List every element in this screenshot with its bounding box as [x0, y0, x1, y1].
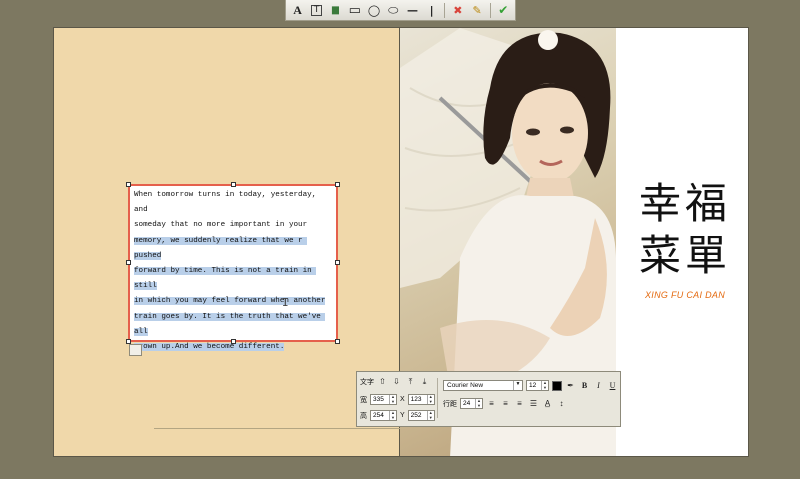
line-spacing-input[interactable]: [461, 399, 475, 408]
title-line-2: 菜單: [638, 231, 731, 280]
width-x-row: 宽 ▲▼ X ▲▼: [360, 394, 435, 405]
resize-handle-nw[interactable]: [126, 182, 131, 187]
horizontal-line-tool-icon[interactable]: —: [403, 1, 422, 20]
letter-spacing-icon[interactable]: A̲: [542, 398, 553, 409]
frame-text-content[interactable]: When tomorrow turns in today, yesterday,…: [134, 188, 334, 355]
line-spacing-label: 行距: [443, 400, 457, 408]
frame-options-icon[interactable]: [129, 344, 142, 356]
textbox-tool-icon[interactable]: T: [311, 4, 322, 16]
text-line: someday that no more important in your: [134, 221, 308, 230]
align-top-edge-icon[interactable]: ⤒: [405, 376, 416, 387]
width-spinner-icon[interactable]: ▲ ▼: [389, 394, 396, 404]
y-field[interactable]: ▲▼: [407, 410, 435, 421]
text-line: When tomorrow turns in today, yesterday,…: [134, 191, 321, 215]
line-height-icon[interactable]: ↕: [556, 398, 567, 409]
text-line: grown up.And we become different.: [134, 343, 285, 352]
underline-button[interactable]: U: [607, 380, 618, 391]
title-subtitle: XING FU CAI DAN: [644, 290, 725, 300]
height-spinner-icon[interactable]: ▲ ▼: [389, 410, 396, 420]
edit-icon[interactable]: ✎: [468, 1, 487, 20]
width-input[interactable]: [371, 395, 389, 404]
font-row: Courier New ▼ ▲▼ ✒ B I U: [443, 380, 618, 391]
font-size-input[interactable]: [527, 381, 541, 390]
toolbar-divider: [444, 2, 446, 18]
y-spinner-icon[interactable]: ▲ ▼: [426, 410, 434, 420]
line-spacing-spinner-icon[interactable]: ▲ ▼: [475, 398, 482, 408]
text-frame[interactable]: When tomorrow turns in today, yesterday,…: [128, 184, 338, 352]
title-line-1: 幸福: [638, 179, 731, 228]
align-bottom-icon[interactable]: ⇩: [391, 376, 402, 387]
align-right-icon[interactable]: ≡: [514, 398, 525, 409]
delete-icon[interactable]: ✖: [448, 1, 467, 20]
ellipse-tool-icon[interactable]: ⬭: [384, 1, 403, 20]
height-y-row: 高 ▲▼ Y ▲▼: [360, 410, 435, 421]
text-line: in which you may feel forward when anoth…: [134, 297, 326, 306]
resize-handle-se[interactable]: [335, 339, 340, 344]
chevron-down-icon[interactable]: ▼: [513, 381, 522, 390]
align-center-icon[interactable]: ≡: [500, 398, 511, 409]
text-color-swatch[interactable]: [552, 380, 562, 391]
text-row: 文字 ⇧ ⇩ ⤒ ⤓: [360, 376, 430, 387]
text-line: forward by time. This is not a train in …: [134, 267, 317, 291]
font-family-select[interactable]: Courier New ▼: [443, 380, 523, 391]
justify-icon[interactable]: ☰: [528, 398, 539, 409]
bold-button[interactable]: B: [579, 380, 590, 391]
text-properties-panel: 文字 ⇧ ⇩ ⤒ ⤓ 宽 ▲▼ X ▲▼ 高 ▲▼ Y ▲▼ Co: [356, 371, 621, 427]
text-line: memory, we suddenly realize that we r pu…: [134, 236, 308, 260]
font-size-spinner-icon[interactable]: ▲ ▼: [541, 380, 548, 390]
circle-tool-icon[interactable]: ◯: [364, 1, 383, 20]
text-line: train goes by. It is the truth that we'v…: [134, 312, 326, 336]
align-left-icon[interactable]: ≡: [486, 398, 497, 409]
eyedropper-icon[interactable]: ✒: [565, 380, 576, 391]
height-field[interactable]: ▲▼: [370, 410, 397, 421]
text-cursor-icon: I: [282, 296, 289, 309]
x-spinner-icon[interactable]: ▲ ▼: [426, 394, 434, 404]
image-tool-icon[interactable]: ▆: [326, 1, 345, 20]
toolbar-divider: [489, 2, 491, 18]
page-rule: [154, 428, 402, 429]
text-tool-icon[interactable]: A: [288, 1, 307, 20]
width-field[interactable]: ▲▼: [370, 394, 397, 405]
resize-handle-ne[interactable]: [335, 182, 340, 187]
x-field[interactable]: ▲▼: [407, 394, 435, 405]
align-bottom-edge-icon[interactable]: ⤓: [419, 376, 430, 387]
font-size-field[interactable]: ▲▼: [526, 380, 549, 391]
resize-handle-s[interactable]: [231, 339, 236, 344]
height-input[interactable]: [371, 411, 389, 420]
height-label: 高: [360, 412, 367, 420]
line-spacing-row: 行距 ▲▼ ≡ ≡ ≡ ☰ A̲ ↕: [443, 398, 567, 409]
x-input[interactable]: [408, 395, 427, 404]
y-label: Y: [400, 412, 405, 419]
text-label: 文字: [360, 378, 374, 386]
resize-handle-w[interactable]: [126, 260, 131, 265]
rectangle-tool-icon[interactable]: ▭: [345, 1, 364, 20]
drawing-toolbar: A T ▆ ▭ ◯ ⬭ — | ✖ ✎ ✔: [285, 0, 516, 21]
resize-handle-n[interactable]: [231, 182, 236, 187]
confirm-icon[interactable]: ✔: [494, 1, 513, 20]
line-spacing-field[interactable]: ▲▼: [460, 398, 483, 409]
panel-divider: [437, 378, 438, 418]
width-label: 宽: [360, 396, 367, 404]
vertical-line-tool-icon[interactable]: |: [422, 1, 441, 20]
title-block: 幸福 菜單 XING FU CAI DAN: [630, 178, 740, 300]
resize-handle-e[interactable]: [335, 260, 340, 265]
y-input[interactable]: [408, 411, 427, 420]
x-label: X: [400, 396, 405, 403]
font-family-value: Courier New: [447, 382, 484, 389]
align-top-icon[interactable]: ⇧: [377, 376, 388, 387]
italic-button[interactable]: I: [593, 380, 604, 391]
